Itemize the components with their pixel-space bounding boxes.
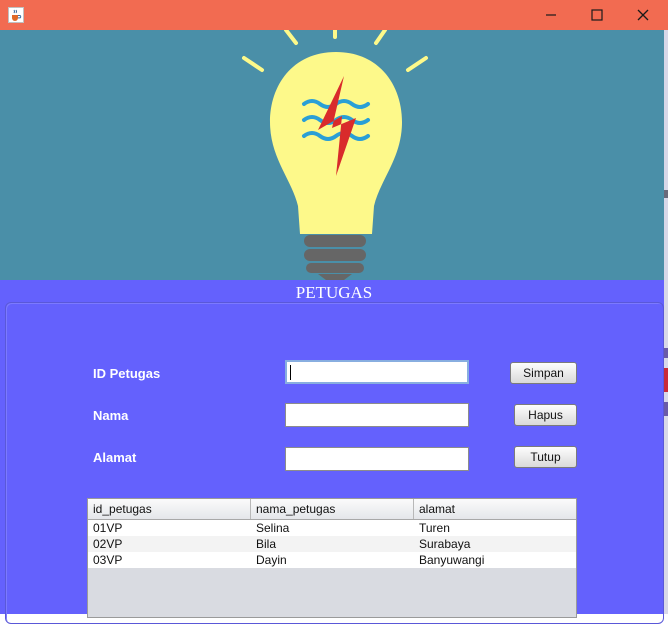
banner <box>0 30 664 280</box>
nama-label: Nama <box>93 408 129 423</box>
column-header-id-petugas[interactable]: id_petugas <box>88 499 251 519</box>
nama-field[interactable] <box>285 403 469 427</box>
id-petugas-field[interactable] <box>285 360 469 384</box>
hapus-button[interactable]: Hapus <box>514 404 577 426</box>
cell-alamat: Banyuwangi <box>419 553 485 567</box>
close-button[interactable] <box>620 0 666 30</box>
cell-alamat: Turen <box>419 521 450 535</box>
maximize-button[interactable] <box>574 0 620 30</box>
minimize-icon <box>546 14 556 16</box>
table-body: 01VP Selina Turen 02VP Bila Surabaya 03V… <box>88 520 576 568</box>
alamat-label: Alamat <box>93 450 137 465</box>
cell-nama-petugas: Selina <box>256 521 290 535</box>
cell-alamat: Surabaya <box>419 537 471 551</box>
cell-nama-petugas: Dayin <box>256 553 287 567</box>
background-window-edge <box>664 30 668 614</box>
minimize-button[interactable] <box>528 0 574 30</box>
table-row[interactable]: 01VP Selina Turen <box>88 520 576 536</box>
petugas-table[interactable]: id_petugas nama_petugas alamat 01VP Seli… <box>87 498 577 618</box>
petugas-panel: PETUGAS ID Petugas Simpan Nama Hapus Ala… <box>0 280 664 624</box>
window-titlebar[interactable] <box>0 0 668 30</box>
table-row[interactable]: 02VP Bila Surabaya <box>88 536 576 552</box>
nama-input[interactable] <box>286 404 468 426</box>
java-cup-icon <box>8 7 24 23</box>
cell-id-petugas: 02VP <box>93 537 123 551</box>
table-header: id_petugas nama_petugas alamat <box>88 499 576 520</box>
alamat-field[interactable] <box>285 447 469 471</box>
simpan-button[interactable]: Simpan <box>510 362 577 384</box>
id-petugas-label: ID Petugas <box>93 366 161 381</box>
close-icon <box>637 9 649 21</box>
cell-id-petugas: 01VP <box>93 521 123 535</box>
id-petugas-input[interactable] <box>287 362 467 382</box>
cell-nama-petugas: Bila <box>256 537 277 551</box>
text-caret <box>290 365 291 380</box>
cell-id-petugas: 03VP <box>93 553 123 567</box>
alamat-input[interactable] <box>286 448 468 470</box>
table-row[interactable]: 03VP Dayin Banyuwangi <box>88 552 576 568</box>
column-header-nama-petugas[interactable]: nama_petugas <box>251 499 414 519</box>
maximize-icon <box>591 9 603 21</box>
lightbulb-pln-logo <box>242 30 428 280</box>
tutup-button[interactable]: Tutup <box>514 446 577 468</box>
column-header-alamat[interactable]: alamat <box>414 499 576 519</box>
panel-title: PETUGAS <box>295 283 373 302</box>
